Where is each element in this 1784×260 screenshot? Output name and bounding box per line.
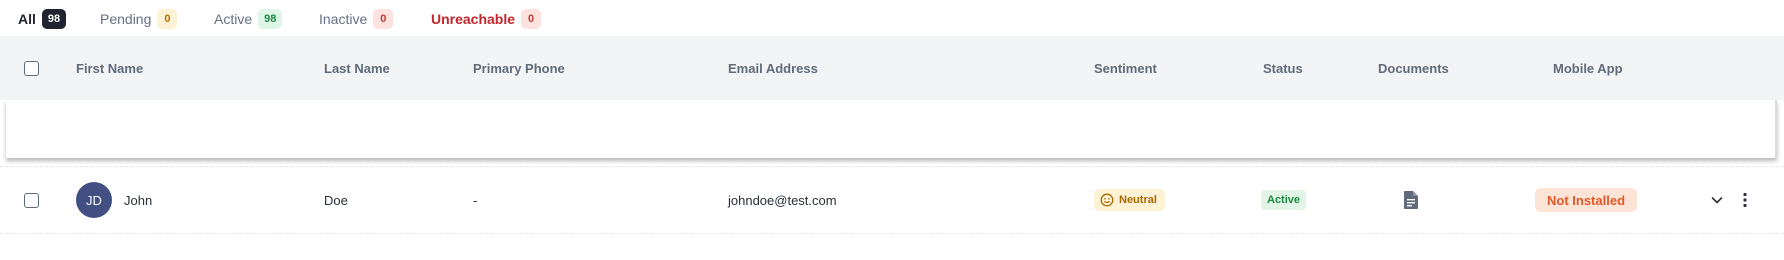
neutral-face-icon (1100, 193, 1114, 207)
chevron-down-icon[interactable] (1710, 193, 1724, 207)
count-badge: 0 (521, 9, 542, 29)
primary-phone: - (473, 192, 478, 208)
count-badge: 98 (258, 9, 283, 29)
expand-row-cell (1710, 167, 1724, 233)
sentiment-label: Neutral (1119, 194, 1157, 206)
column-header-mobile-app[interactable]: Mobile App (1553, 36, 1623, 100)
mobile-app-badge: Not Installed (1535, 188, 1638, 212)
select-all-checkbox[interactable] (24, 61, 39, 76)
column-header-documents[interactable]: Documents (1378, 36, 1449, 100)
column-header-primary-phone[interactable]: Primary Phone (473, 36, 565, 100)
more-vertical-icon[interactable] (1742, 192, 1748, 208)
document-icon[interactable] (1403, 190, 1419, 210)
empty-panel (6, 100, 1777, 158)
tab-label: Unreachable (431, 11, 516, 27)
count-badge: 0 (157, 9, 178, 29)
tab-label: All (18, 11, 36, 27)
last-name: Doe (324, 192, 348, 208)
sentiment-badge: Neutral (1094, 189, 1165, 211)
status-cell: Active (1261, 167, 1307, 233)
status-badge: Active (1261, 190, 1307, 210)
mobile-app-cell: Not Installed (1535, 167, 1638, 233)
avatar: JD (76, 182, 112, 218)
count-badge: 98 (41, 9, 67, 29)
tab-label: Active (214, 11, 253, 27)
table-header: First Name Last Name Primary Phone Email… (0, 36, 1784, 100)
tab-unreachable[interactable]: Unreachable 0 (431, 0, 542, 38)
tab-label: Pending (100, 11, 152, 27)
row-checkbox[interactable] (24, 193, 39, 208)
row-actions-cell (1742, 167, 1748, 233)
column-header-email[interactable]: Email Address (728, 36, 818, 100)
column-header-first-name[interactable]: First Name (76, 36, 143, 100)
column-header-status[interactable]: Status (1263, 36, 1303, 100)
filter-tabs: All 98 Pending 0 Active 98 Inactive 0 Un… (0, 0, 1784, 38)
tab-label: Inactive (319, 11, 368, 27)
count-badge: 0 (373, 9, 394, 29)
column-header-sentiment[interactable]: Sentiment (1094, 36, 1157, 100)
documents-cell (1403, 167, 1419, 233)
tab-active[interactable]: Active 98 (214, 0, 283, 38)
table-row[interactable]: JD John Doe - johndoe@test.com Neutral A… (0, 166, 1784, 234)
tab-inactive[interactable]: Inactive 0 (319, 0, 394, 38)
sentiment-cell: Neutral (1094, 167, 1165, 233)
tab-all[interactable]: All 98 (18, 0, 67, 38)
first-name: John (124, 192, 153, 208)
email-address: johndoe@test.com (728, 192, 837, 208)
tab-pending[interactable]: Pending 0 (100, 0, 178, 38)
first-name-cell: JD John (76, 167, 152, 233)
column-header-last-name[interactable]: Last Name (324, 36, 390, 100)
